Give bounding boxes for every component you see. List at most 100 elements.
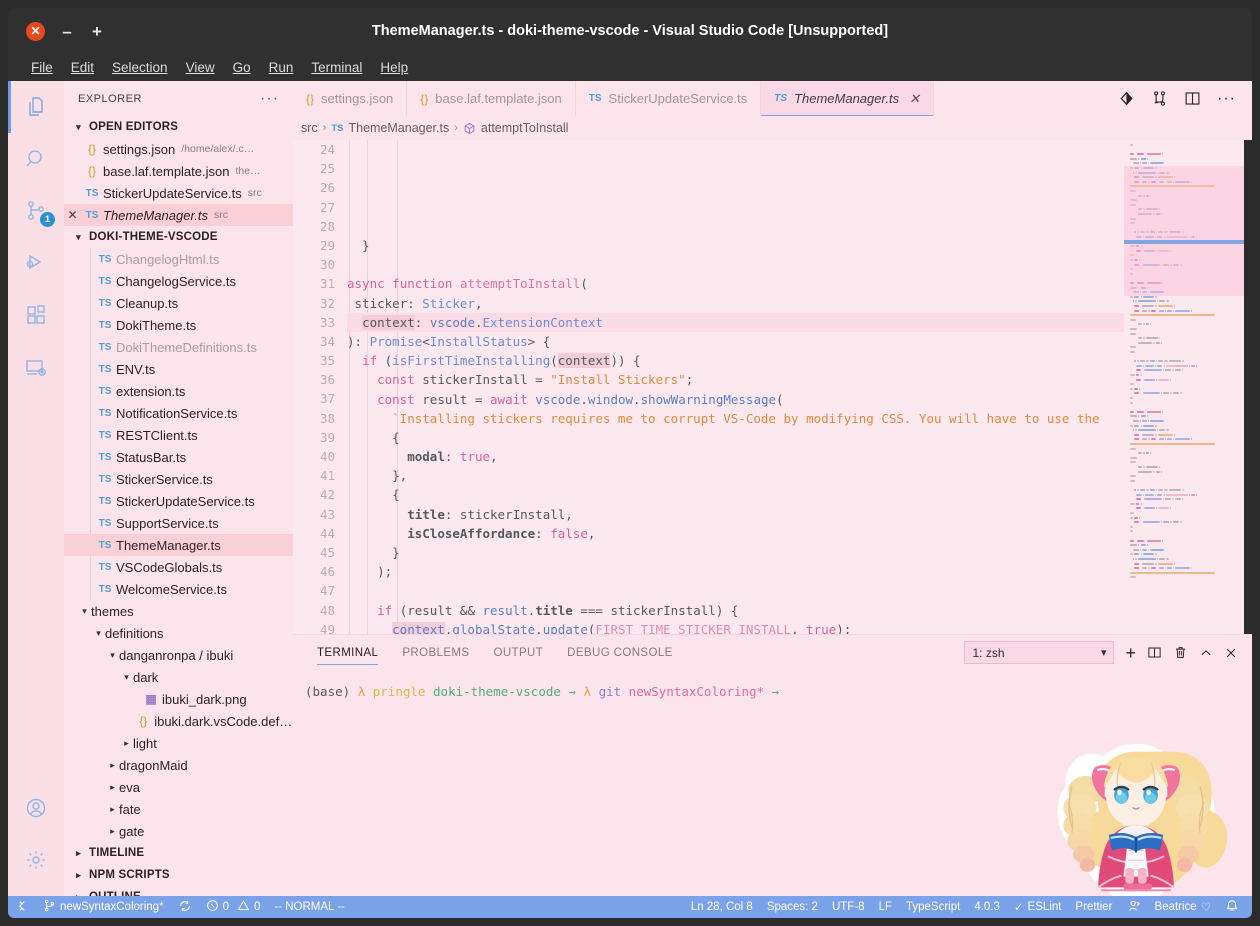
open-editor-item[interactable]: {} base.laf.template.json the…: [64, 160, 293, 182]
file-row[interactable]: TS Cleanup.ts: [64, 292, 293, 314]
file-row[interactable]: TS ChangelogHtml.ts: [64, 248, 293, 270]
code-line[interactable]: );: [347, 562, 1124, 581]
activity-run-debug-button[interactable]: [8, 237, 64, 289]
code-line[interactable]: }: [347, 543, 1124, 562]
code-line[interactable]: isCloseAffordance: false,: [347, 524, 1124, 543]
split-terminal-icon[interactable]: [1147, 645, 1162, 660]
file-row[interactable]: TS extension.ts: [64, 380, 293, 402]
folder-row-danganronpa-ibuki[interactable]: ▾ danganronpa / ibuki: [64, 644, 293, 666]
activity-remote-explorer-button[interactable]: [8, 341, 64, 393]
tab-stickerupdateservice-ts[interactable]: TS StickerUpdateService.ts: [576, 81, 762, 116]
code-line[interactable]: [347, 255, 1124, 274]
file-row[interactable]: TS DokiTheme.ts: [64, 314, 293, 336]
code-line[interactable]: title: stickerInstall,: [347, 505, 1124, 524]
activity-explorer-button[interactable]: [8, 81, 64, 133]
breadcrumb-symbol[interactable]: attemptToInstall: [481, 121, 569, 135]
typescript-version-status[interactable]: 4.0.3: [967, 896, 1007, 918]
menu-file[interactable]: File: [22, 57, 62, 78]
code-line[interactable]: const result = await vscode.window.showW…: [347, 390, 1124, 409]
close-panel-icon[interactable]: [1224, 646, 1238, 660]
file-row[interactable]: TS RESTClient.ts: [64, 424, 293, 446]
close-editor-icon[interactable]: ✕: [64, 208, 81, 222]
breadcrumb-folder[interactable]: src: [301, 121, 318, 135]
tab-terminal[interactable]: TERMINAL: [305, 635, 390, 670]
kill-terminal-icon[interactable]: [1173, 645, 1188, 660]
file-row[interactable]: TS DokiThemeDefinitions.ts: [64, 336, 293, 358]
menu-edit[interactable]: Edit: [62, 57, 103, 78]
code-line[interactable]: },: [347, 466, 1124, 485]
close-window-button[interactable]: ✕: [26, 21, 45, 41]
eslint-status[interactable]: ✓ ESLint: [1007, 896, 1069, 918]
tab-base-laf-template-json[interactable]: {} base.laf.template.json: [407, 81, 576, 116]
file-row[interactable]: TS NotificationService.ts: [64, 402, 293, 424]
section-open-editors[interactable]: ▾ OPEN EDITORS: [64, 116, 293, 138]
more-actions-icon[interactable]: ···: [1217, 90, 1236, 107]
sync-changes-button[interactable]: [171, 896, 199, 918]
section-npm-scripts[interactable]: ▸ NPM SCRIPTS: [64, 864, 293, 886]
file-row[interactable]: TS StickerService.ts: [64, 468, 293, 490]
folder-row-light[interactable]: ▸ light: [64, 732, 293, 754]
code-line[interactable]: }: [347, 236, 1124, 255]
file-row[interactable]: TS StatusBar.ts: [64, 446, 293, 468]
section-timeline[interactable]: ▸ TIMELINE: [64, 842, 293, 864]
split-editor-icon[interactable]: [1184, 90, 1201, 107]
menu-view[interactable]: View: [177, 57, 224, 78]
eol-status[interactable]: LF: [872, 896, 899, 918]
maximize-window-button[interactable]: +: [89, 23, 105, 40]
file-row[interactable]: TS WelcomeService.ts: [64, 578, 293, 600]
problems-status[interactable]: 0 0: [199, 896, 268, 918]
code-line[interactable]: `Installing stickers requires me to corr…: [347, 409, 1124, 428]
tab-debug-console[interactable]: DEBUG CONSOLE: [555, 635, 685, 670]
breadcrumb-file[interactable]: ThemeManager.ts: [348, 121, 449, 135]
code-line[interactable]: context.globalState.update(FIRST_TIME_ST…: [347, 620, 1124, 634]
open-editor-item[interactable]: {} settings.json /home/alex/.c…: [64, 138, 293, 160]
folder-row-definitions[interactable]: ▾ definitions: [64, 622, 293, 644]
code-scroll-area[interactable]: 24 25 26 27 28 29 30 31 32 33 34 35 36 37 38 39 40 41 42 43…: [293, 140, 1124, 634]
code-line[interactable]: if (result && result.title === stickerIn…: [347, 601, 1124, 620]
folder-row-dark[interactable]: ▾ dark: [64, 666, 293, 688]
file-row-png[interactable]: ▦ ibuki_dark.png: [64, 688, 293, 710]
folder-row-eva[interactable]: ▸ eva: [64, 776, 293, 798]
vim-mode-status[interactable]: -- NORMAL --: [267, 896, 351, 918]
activity-accounts-button[interactable]: [8, 782, 64, 834]
file-row-selected[interactable]: TS ThemeManager.ts: [64, 534, 293, 556]
code-line[interactable]: {: [347, 485, 1124, 504]
terminal-output[interactable]: (base) λ pringle doki-theme-vscode → λ g…: [293, 670, 1252, 896]
folder-row-gate[interactable]: ▸ gate: [64, 820, 293, 842]
code-content[interactable]: } async function attemptToInstall(● stick…: [345, 140, 1124, 634]
new-terminal-icon[interactable]: +: [1125, 644, 1136, 662]
code-line[interactable]: const stickerInstall = "Install Stickers…: [347, 370, 1124, 389]
folder-row-dragonmaid[interactable]: ▸ dragonMaid: [64, 754, 293, 776]
code-line[interactable]: if (isFirstTimeInstalling(context)) {: [347, 351, 1124, 370]
minimap-viewport-slider[interactable]: [1124, 166, 1244, 296]
code-line[interactable]: context: vscode.ExtensionContext: [347, 312, 1124, 332]
code-line[interactable]: modal: true,: [347, 447, 1124, 466]
minimap[interactable]: [1124, 140, 1252, 634]
encoding-status[interactable]: UTF-8: [825, 896, 872, 918]
indentation-status[interactable]: Spaces: 2: [760, 896, 825, 918]
activity-extensions-button[interactable]: [8, 289, 64, 341]
remote-session-status[interactable]: [1120, 896, 1148, 918]
folder-row-fate[interactable]: ▸ fate: [64, 798, 293, 820]
activity-search-button[interactable]: [8, 133, 64, 185]
source-control-graph-icon[interactable]: [1151, 90, 1168, 107]
file-row[interactable]: TS ChangelogService.ts: [64, 270, 293, 292]
tab-thememanager-ts[interactable]: TS ThemeManager.ts ✕: [761, 81, 934, 116]
code-line[interactable]: {: [347, 428, 1124, 447]
file-row[interactable]: TS ENV.ts: [64, 358, 293, 380]
folder-row-themes[interactable]: ▾ themes: [64, 600, 293, 622]
tab-output[interactable]: OUTPUT: [481, 635, 555, 670]
menu-terminal[interactable]: Terminal: [302, 57, 371, 78]
code-line[interactable]: async function attemptToInstall(: [347, 274, 1124, 293]
tab-problems[interactable]: PROBLEMS: [390, 635, 481, 670]
open-editor-item[interactable]: TS StickerUpdateService.ts src: [64, 182, 293, 204]
activity-settings-button[interactable]: [8, 834, 64, 886]
prettier-status[interactable]: Prettier: [1068, 896, 1119, 918]
notifications-button[interactable]: [1218, 896, 1246, 918]
split-diff-icon[interactable]: [1118, 90, 1135, 107]
menu-run[interactable]: Run: [260, 57, 303, 78]
code-line[interactable]: ● sticker: Sticker,: [347, 294, 1124, 313]
minimize-window-button[interactable]: –: [59, 23, 75, 40]
activity-source-control-button[interactable]: 1: [8, 185, 64, 237]
maximize-panel-icon[interactable]: [1199, 646, 1213, 660]
